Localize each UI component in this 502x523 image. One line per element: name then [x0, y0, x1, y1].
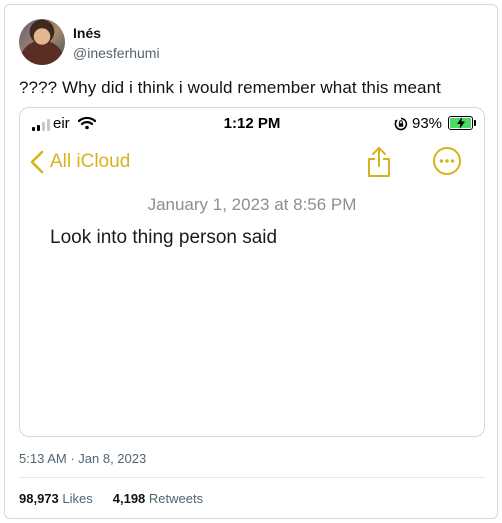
retweets-count: 4,198	[112, 491, 146, 506]
back-button[interactable]: All iCloud	[30, 150, 130, 174]
tweet-text: ???? Why did i think i would remember wh…	[19, 78, 441, 97]
notes-navigation-bar: All iCloud	[20, 142, 484, 186]
likes-label: Likes	[62, 491, 93, 506]
tweet-time[interactable]: 5:13 AM	[19, 451, 67, 466]
note-body[interactable]: Look into thing person said	[50, 227, 277, 249]
tweet-card: Inés @inesferhumi ???? Why did i think i…	[4, 4, 498, 519]
author-handle[interactable]: @inesferhumi	[73, 45, 160, 61]
battery-percentage: 93%	[412, 115, 443, 132]
more-options-icon[interactable]	[432, 146, 462, 176]
attached-screenshot[interactable]: eir 1:12 PM 93% All iCloud January 1, 20…	[19, 107, 485, 437]
likes-count: 98,973	[19, 491, 59, 506]
tweet-meta: 5:13 AM · Jan 8, 2023	[19, 451, 146, 466]
author-display-name[interactable]: Inés	[73, 25, 101, 41]
back-button-label: All iCloud	[50, 151, 131, 172]
engagement-stats: 98,973 Likes 4,198 Retweets	[19, 491, 203, 506]
likes-stat[interactable]: 98,973 Likes	[19, 491, 93, 506]
battery-cap	[474, 120, 476, 126]
status-bar: eir 1:12 PM 93%	[20, 108, 484, 138]
tweet-date[interactable]: Jan 8, 2023	[78, 451, 146, 466]
orientation-lock-icon	[394, 117, 408, 131]
retweets-stat[interactable]: 4,198 Retweets	[113, 491, 203, 506]
avatar[interactable]	[19, 19, 65, 65]
retweets-label: Retweets	[148, 491, 204, 506]
charging-bolt-icon	[457, 117, 465, 129]
note-date: January 1, 2023 at 8:56 PM	[147, 195, 357, 214]
chevron-left-icon	[30, 150, 44, 174]
divider	[19, 477, 485, 478]
share-icon[interactable]	[366, 146, 392, 178]
